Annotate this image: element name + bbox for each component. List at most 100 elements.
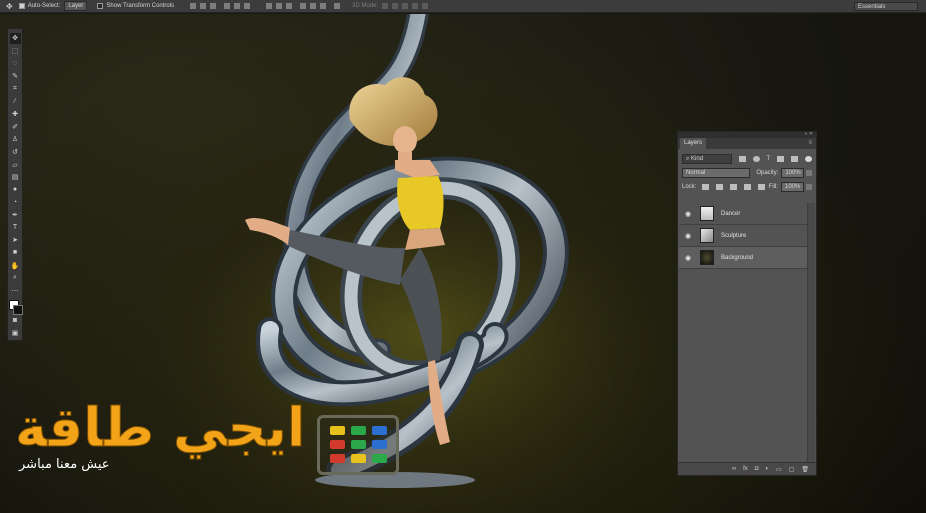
lock-artboard-icon[interactable] [744,184,752,190]
history-brush-tool-icon[interactable]: ↺ [10,147,21,158]
distribute-left-icon[interactable] [300,3,307,9]
collapse-icon[interactable]: « ✕ [805,131,813,137]
layers-scrollbar[interactable] [807,203,815,465]
auto-align-icon[interactable] [334,3,341,9]
transform-controls-check[interactable] [97,3,104,9]
layer-name: Sculpture [721,232,747,239]
tv-logo-tile [330,440,345,449]
opacity-arrow-icon[interactable] [806,170,812,176]
align-hcenter-icon[interactable] [234,3,241,9]
align-left-icon[interactable] [224,3,231,9]
screen-mode-icon[interactable]: ▣ [10,327,21,338]
new-layer-icon[interactable]: ▢ [789,466,795,473]
visibility-eye-icon[interactable]: ◉ [682,232,694,240]
path-selection-tool-icon[interactable]: ➤ [10,235,21,246]
move-tool-icon[interactable]: ✥ [9,33,21,44]
workspace-label: Essentials [858,4,886,10]
fx-icon[interactable]: fx [743,466,748,472]
more-tools-icon[interactable]: ⋯ [10,286,21,297]
healing-brush-tool-icon[interactable]: ✚ [10,109,21,120]
align-vcenter-icon[interactable] [200,3,207,9]
link-icon[interactable]: ∞ [732,466,736,472]
pixel-filter-icon[interactable] [738,156,746,162]
layers-panel-footer: ∞ fx ◘ ◐ ▭ ▢ 🗑 [678,462,816,475]
smart-object-filter-icon[interactable] [791,156,799,162]
blend-row: Normal Opacity: 100% [678,166,816,180]
fill-arrow-icon[interactable] [806,184,812,190]
gradient-tool-icon[interactable]: ▤ [10,172,21,183]
clone-stamp-tool-icon[interactable]: ♙ [10,134,21,145]
type-tool-icon[interactable]: T [10,222,21,233]
layer-row-background[interactable]: ◉ Background [679,247,807,269]
distribute-right-icon[interactable] [320,3,327,9]
dodge-tool-icon[interactable]: ◔ [10,197,21,208]
auto-select-checkbox[interactable]: Auto-Select: Layer [18,1,88,11]
distribute-hcenter-icon[interactable] [310,3,317,9]
lasso-tool-icon[interactable]: ◌ [10,58,21,69]
adjustment-icon[interactable]: ◐ [765,466,769,472]
layer-name: Dancer [721,210,741,217]
color-swatches[interactable] [9,300,23,316]
align-buttons [186,3,251,9]
group-icon[interactable]: ▭ [776,466,782,473]
3d-scale-icon[interactable] [422,3,429,9]
tools-panel: ✥ ⬚ ◌ ✎ ⌗ ⁄ ✚ ✐ ♙ ↺ ▱ ▤ ● ◔ ✒ T ➤ ■ ✋ ⌕ … [7,28,23,341]
fill-value: 100% [785,184,801,190]
fill-field[interactable]: 100% [781,182,804,192]
visibility-eye-icon[interactable]: ◉ [682,210,694,218]
rectangle-tool-icon[interactable]: ■ [10,248,21,259]
transform-controls-checkbox[interactable]: Show Transform Controls [97,3,174,9]
layer-row-sculpture[interactable]: ◉ Sculpture [679,225,807,247]
tv-logo-icon [317,415,399,475]
zoom-tool-icon[interactable]: ⌕ [10,273,21,284]
marquee-tool-icon[interactable]: ⬚ [10,46,21,57]
tab-layers[interactable]: Layers [680,138,707,149]
auto-select-check[interactable] [18,3,25,9]
eraser-tool-icon[interactable]: ▱ [10,159,21,170]
adjustment-filter-icon[interactable] [752,156,760,162]
move-tool-icon[interactable]: ✥ [6,2,13,11]
blur-tool-icon[interactable]: ● [10,185,21,196]
distribute-top-icon[interactable] [266,3,273,9]
mask-icon[interactable]: ◘ [755,466,759,472]
align-right-icon[interactable] [244,3,251,9]
filter-kind-dropdown[interactable]: ⌕ Kind [682,154,732,164]
3d-pan-icon[interactable] [402,3,409,9]
distribute-buttons [262,3,341,9]
3d-roll-icon[interactable] [392,3,399,9]
opacity-field[interactable]: 100% [781,168,805,178]
options-bar: ✥ Auto-Select: Layer Show Transform Cont… [0,0,926,13]
lock-pixels-icon[interactable] [716,184,724,190]
trash-icon[interactable]: 🗑 [801,466,809,473]
eyedropper-tool-icon[interactable]: ⁄ [10,96,21,107]
background-color-swatch[interactable] [13,305,23,316]
lock-label: Lock: [682,184,697,190]
hand-tool-icon[interactable]: ✋ [10,260,21,271]
layer-row-dancer[interactable]: ◉ Dancer [679,203,807,225]
distribute-vcenter-icon[interactable] [276,3,283,9]
quick-select-tool-icon[interactable]: ✎ [10,71,21,82]
panel-menu-icon[interactable]: ≡ [808,138,812,149]
distribute-bottom-icon[interactable] [286,3,293,9]
type-filter-icon[interactable]: T [767,156,771,162]
quick-mask-icon[interactable]: ◙ [10,315,21,326]
crop-tool-icon[interactable]: ⌗ [10,84,21,95]
pen-tool-icon[interactable]: ✒ [10,210,21,221]
visibility-eye-icon[interactable]: ◉ [682,254,694,262]
lock-transparent-icon[interactable] [702,184,710,190]
3d-slide-icon[interactable] [412,3,419,9]
lock-position-icon[interactable] [730,184,738,190]
workspace-dropdown[interactable]: Essentials [854,2,918,11]
align-top-icon[interactable] [190,3,197,9]
layer-name: Background [721,254,754,261]
mode-3d-label: 3D Mode: [352,3,379,9]
filter-toggle-icon[interactable] [805,156,812,162]
blend-mode-dropdown[interactable]: Normal [682,168,751,178]
lock-all-icon[interactable] [758,184,766,190]
3d-rotate-icon[interactable] [382,3,389,9]
brush-tool-icon[interactable]: ✐ [10,121,21,132]
tv-logo-tile [372,440,387,449]
align-bottom-icon[interactable] [210,3,217,9]
auto-select-target-dropdown[interactable]: Layer [64,1,88,11]
shape-filter-icon[interactable] [777,156,785,162]
